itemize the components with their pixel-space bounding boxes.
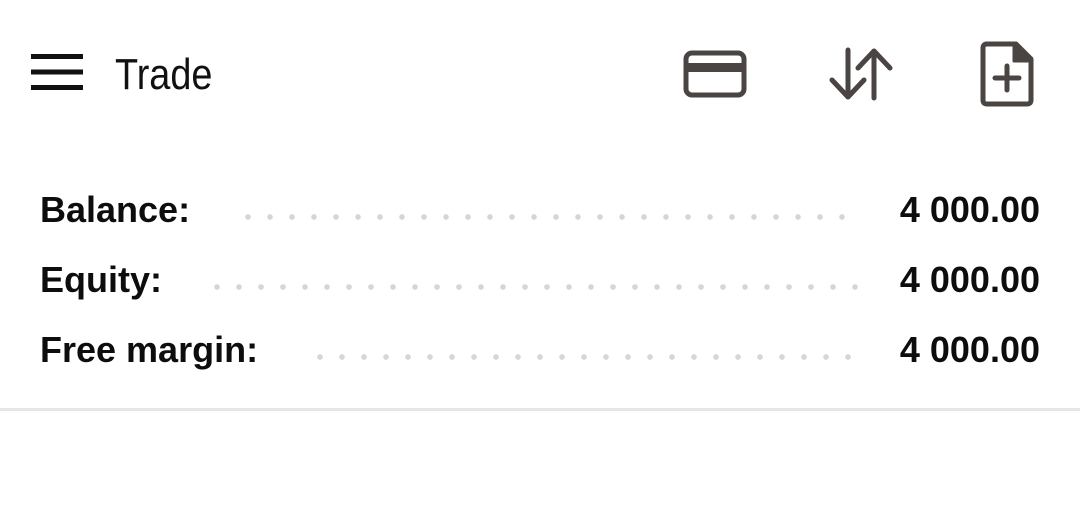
hamburger-menu-icon <box>31 54 83 90</box>
balance-label: Balance: <box>40 189 191 230</box>
free-margin-row: Free margin: 4 000.00 <box>0 315 1080 385</box>
free-margin-label: Free margin: <box>40 329 259 370</box>
account-summary: Balance: 4 000.00 Equity: 4 000.00 Free … <box>0 175 1080 385</box>
section-divider <box>0 408 1080 411</box>
new-order-button[interactable] <box>969 36 1045 112</box>
new-order-file-icon <box>980 41 1034 107</box>
dot-leader <box>309 353 859 361</box>
top-app-bar: Trade <box>0 0 1080 150</box>
dot-leader <box>206 283 866 291</box>
page-title: Trade <box>115 50 213 99</box>
equity-row: Equity: 4 000.00 <box>0 245 1080 315</box>
balance-value: 4 000.00 <box>899 189 1040 230</box>
equity-label: Equity: <box>40 259 162 300</box>
dot-leader <box>237 213 853 221</box>
menu-button[interactable] <box>22 42 92 102</box>
credit-card-icon <box>683 50 747 98</box>
equity-value: 4 000.00 <box>899 259 1040 300</box>
balance-row: Balance: 4 000.00 <box>0 175 1080 245</box>
deposit-button[interactable] <box>677 36 753 112</box>
sort-button[interactable] <box>823 36 899 112</box>
free-margin-value: 4 000.00 <box>899 329 1040 370</box>
trade-screen: Trade Balance: 4 000.00 Equity: 4 000.00… <box>0 0 1080 517</box>
sort-arrows-icon <box>829 47 893 101</box>
